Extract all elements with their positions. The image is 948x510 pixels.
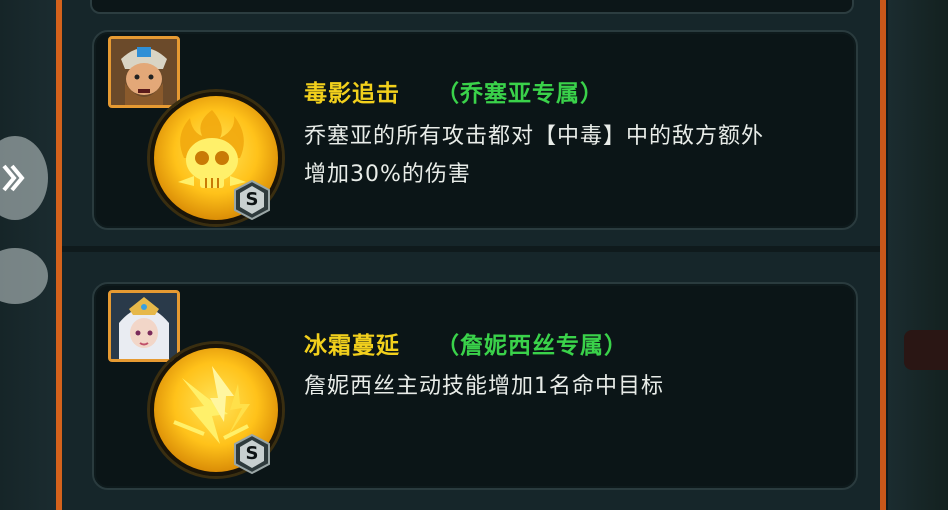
rank-badge: S [232,433,272,475]
right-background [888,0,948,510]
skill-description: 乔塞亚的所有攻击都对【中毒】中的敌方额外 增加30%的伤害 [304,118,764,194]
panel-frame-right [880,0,886,510]
previous-card-edge [90,0,854,14]
skill-exclusive-tag: （詹妮西丝专属） [436,333,628,359]
skill-name: 冰霜蔓延 [304,333,400,359]
background-decoration [904,330,948,370]
skill-description: 詹妮西丝主动技能增加1名命中目标 [304,368,664,406]
description-line: 增加30%的伤害 [304,162,471,187]
skill-name: 毒影追击 [304,81,400,107]
description-line: 乔塞亚的所有攻击都对【中毒】中的敌方额外 [304,124,765,149]
double-chevron-icon [2,164,25,192]
panel-frame-left [56,0,62,510]
rank-label: S [245,189,259,210]
rank-badge: S [232,179,272,221]
skill-exclusive-tag: （乔塞亚专属） [436,81,604,107]
card-divider [62,246,880,252]
description-line: 詹妮西丝主动技能增加1名命中目标 [304,374,664,399]
rank-label: S [245,443,259,464]
